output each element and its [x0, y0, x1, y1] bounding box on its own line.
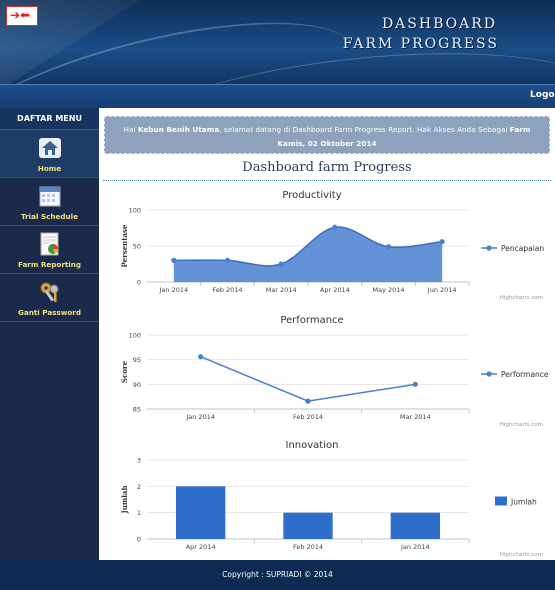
x-tick-label: Mar 2014	[400, 413, 431, 421]
data-point	[278, 261, 284, 267]
x-tick-label: Mar 2014	[266, 286, 297, 294]
x-tick-label: Feb 2014	[293, 543, 323, 551]
legend-swatch	[495, 496, 507, 506]
logo[interactable]: ➔⬅	[6, 6, 38, 26]
page-title: Dashboard farm Progress	[242, 160, 412, 175]
header-banner: ➔⬅ DASHBOARD FARM PROGRESS Logou	[0, 0, 555, 108]
sidebar-item-label: Farm Reporting	[17, 260, 82, 269]
y-tick-label: 85	[133, 406, 141, 414]
bar	[283, 512, 333, 539]
x-tick-label: Feb 2014	[293, 413, 323, 421]
legend-label: Jumlah	[510, 498, 537, 507]
legend-marker	[486, 371, 492, 377]
bar	[390, 512, 441, 539]
home-icon	[38, 138, 61, 158]
x-tick-label: May 2014	[372, 286, 404, 294]
welcome-user: Kebun Benih Utama	[137, 125, 220, 134]
y-axis-label: Jumlah	[120, 485, 129, 514]
sidebar-item-label: Ganti Password	[17, 308, 82, 317]
sidebar-item-label: Trial Schedule	[21, 212, 78, 221]
sidebar-item-farm-reporting[interactable]: Farm Reporting	[0, 226, 99, 274]
sidebar-item-label: Home	[37, 164, 62, 173]
chart-credit: Highcharts.com	[500, 295, 543, 301]
sidebar-item-trial-schedule[interactable]: Trial Schedule	[0, 178, 99, 226]
chart-title: Productivity	[282, 190, 341, 201]
chart-title: Innovation	[286, 440, 339, 451]
x-tick-label: Apr 2014	[186, 543, 216, 551]
x-tick-label: Jan 2014	[400, 543, 430, 551]
report-chart-icon	[40, 232, 58, 256]
y-tick-label: 0	[137, 279, 141, 287]
menu-title: DAFTAR MENU	[0, 108, 99, 130]
legend-label: Pencapaian	[501, 244, 544, 253]
y-tick-label: 2	[137, 483, 141, 491]
y-tick-label: 100	[129, 207, 141, 215]
data-point	[439, 239, 445, 245]
keys-icon	[40, 282, 58, 302]
y-tick-label: 1	[137, 509, 141, 517]
data-point	[224, 257, 231, 263]
welcome-date: Kamis, 02 Oktober 2014	[277, 139, 377, 148]
data-point	[171, 257, 177, 263]
data-point	[332, 224, 338, 230]
top-bar: Logou	[0, 84, 555, 108]
welcome-banner: Hai Kebun Benih Utama, selamat datang di…	[104, 116, 550, 154]
welcome-role: Farm	[509, 125, 531, 134]
x-tick-label: Jun 2014	[427, 286, 457, 294]
y-tick-label: 0	[137, 536, 141, 544]
chart-credit: Highcharts.com	[500, 422, 543, 428]
calendar-icon	[39, 186, 60, 207]
y-tick-label: 100	[129, 332, 141, 340]
data-point	[198, 354, 204, 360]
sidebar: DAFTAR MENU Home Trial Schedule Farm Rep…	[0, 108, 99, 560]
footer: Copyright : SUPRIADI © 2014	[0, 560, 555, 590]
legend-label: Performance	[501, 370, 549, 379]
data-point	[305, 398, 311, 404]
data-point	[385, 244, 392, 250]
sidebar-item-ganti-password[interactable]: Ganti Password	[0, 274, 99, 322]
sidebar-filler	[0, 322, 99, 569]
app-subtitle: FARM PROGRESS	[342, 36, 499, 52]
bar	[175, 486, 226, 539]
logout-link[interactable]: Logou	[530, 90, 555, 100]
x-tick-label: Apr 2014	[320, 286, 350, 294]
x-tick-label: Feb 2014	[212, 286, 242, 294]
chart-credit: Highcharts.com	[500, 552, 543, 558]
chart-title: Performance	[280, 315, 343, 326]
series-line	[200, 356, 416, 402]
welcome-prefix: Hai	[123, 125, 136, 134]
main-content: Hai Kebun Benih Utama, selamat datang di…	[99, 108, 555, 560]
innovation-chart: Innovation 0 1 2 3 Jumlah Apr 2014 Feb 2014 Jan …	[120, 440, 543, 558]
y-tick-label: 95	[133, 356, 141, 364]
y-tick-label: 3	[137, 457, 141, 465]
y-tick-label: 90	[133, 381, 141, 389]
y-axis-label: Score	[120, 360, 129, 383]
x-tick-label: Jan 2014	[159, 286, 189, 294]
x-tick-label: Jan 2014	[185, 413, 215, 421]
legend-marker	[486, 245, 492, 251]
title-divider	[103, 180, 551, 181]
performance-chart: Performance 85 90 95 100 Score Jan 2014 Feb 201…	[120, 315, 549, 428]
productivity-chart: Productivity 0 50 100 Persentase Jan 2014 Feb …	[120, 190, 544, 301]
logo-arrows-icon: ➔⬅	[10, 8, 31, 22]
app-title: DASHBOARD	[381, 16, 497, 32]
sidebar-item-home[interactable]: Home	[0, 130, 99, 178]
data-point	[412, 381, 418, 387]
welcome-message: , selamat datang di Dashboard Farm Progr…	[219, 125, 508, 134]
y-tick-label: 50	[133, 243, 141, 251]
copyright-text: Copyright : SUPRIADI © 2014	[222, 570, 333, 579]
area-fill	[173, 226, 443, 282]
y-axis-label: Persentase	[120, 224, 129, 267]
